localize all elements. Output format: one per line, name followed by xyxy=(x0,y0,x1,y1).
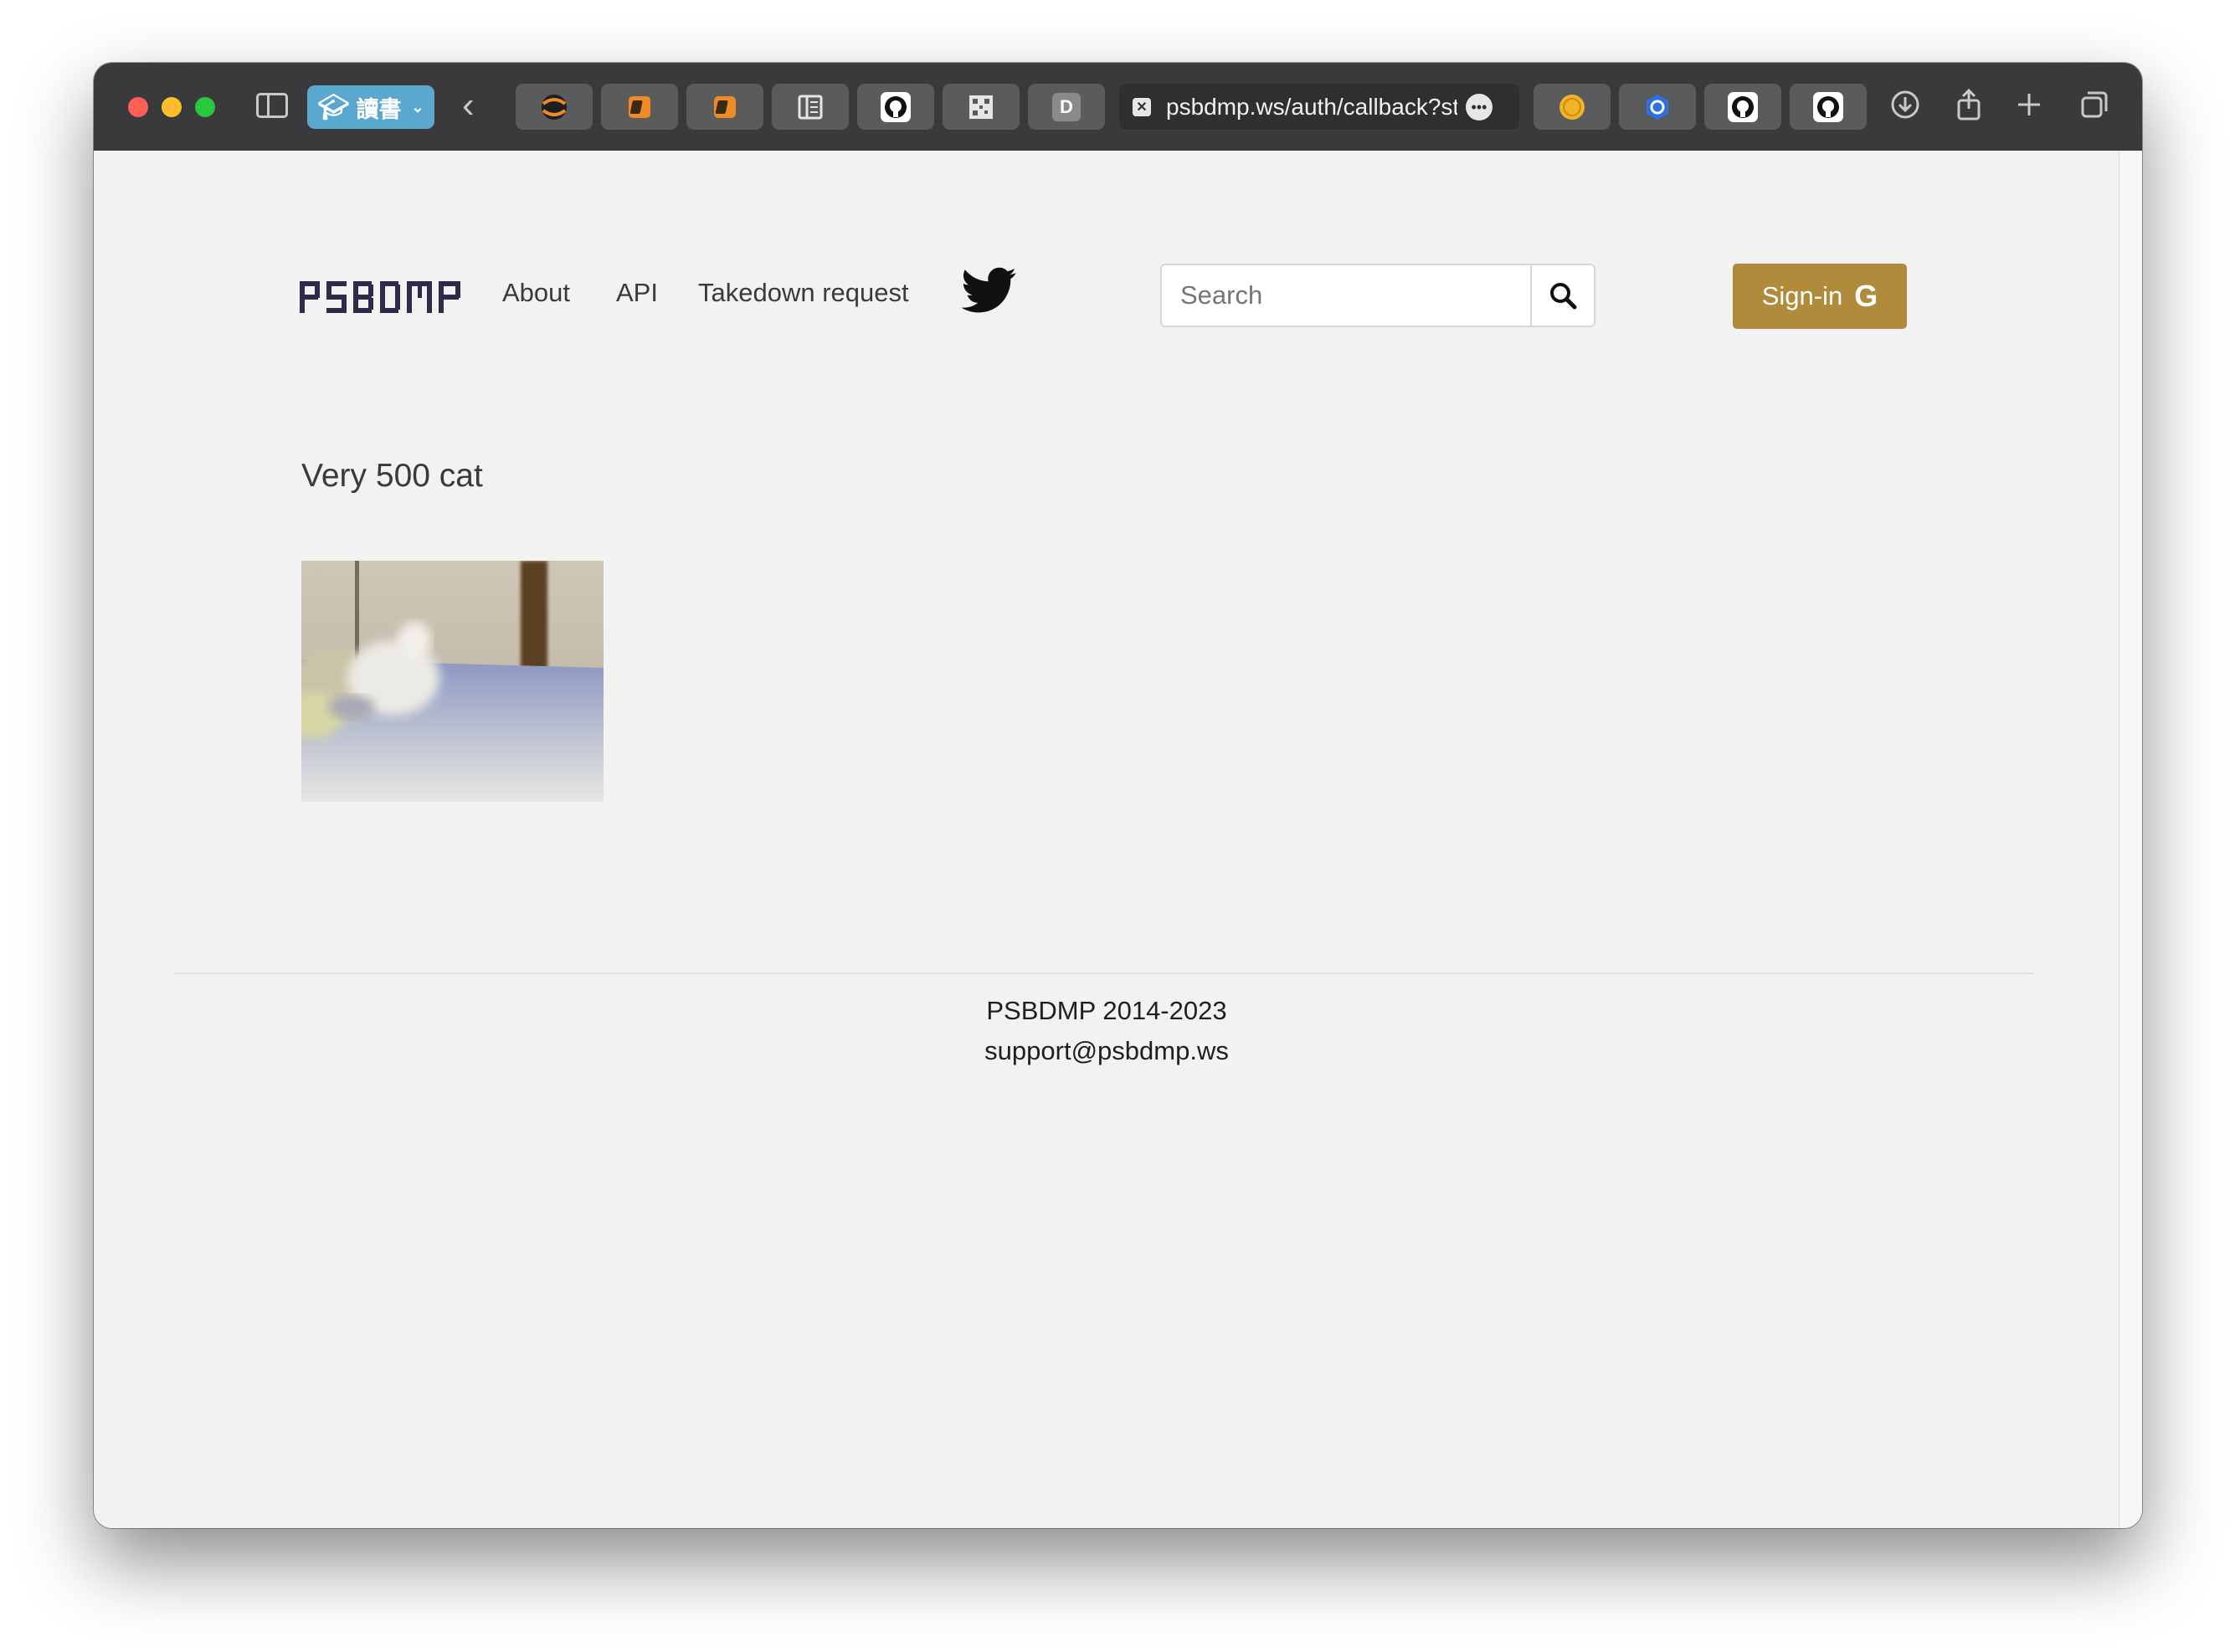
tab-pinned-1[interactable] xyxy=(516,84,593,130)
tab-pinned-6[interactable] xyxy=(943,84,1020,130)
search-input[interactable] xyxy=(1160,264,1530,327)
search-button[interactable] xyxy=(1530,264,1595,327)
tab-pinned-2[interactable] xyxy=(601,84,678,130)
github-icon xyxy=(881,91,911,122)
reader-icon xyxy=(798,95,823,119)
footer-email[interactable]: support@psbdmp.ws xyxy=(94,1036,2119,1066)
tab-pinned-3[interactable] xyxy=(686,84,763,130)
tab-right-4[interactable] xyxy=(1790,84,1867,130)
sign-in-button[interactable]: Sign-in G xyxy=(1733,264,1907,329)
tab-pinned-4[interactable] xyxy=(772,84,849,130)
letter-d-icon: D xyxy=(1052,92,1081,121)
psbdmp-logo-icon xyxy=(300,281,460,313)
site-logo[interactable] xyxy=(300,276,464,318)
error-title: Very 500 cat xyxy=(301,458,483,494)
tab-right-3[interactable] xyxy=(1704,84,1781,130)
back-icon[interactable]: ‹ xyxy=(462,85,475,126)
bitcoin-icon xyxy=(1559,94,1585,120)
zoom-window-button[interactable] xyxy=(195,97,215,117)
sidebar-toggle-icon[interactable] xyxy=(256,93,288,118)
browser-toolbar: 🎓︎ 讀書 ⌄ ‹ D ✕ psbdmp.ws/auth/callback?st… xyxy=(94,63,2142,151)
new-tab-icon[interactable] xyxy=(2012,88,2046,121)
graduation-cap-icon: 🎓︎ xyxy=(317,93,350,121)
book-orange-icon xyxy=(714,95,736,118)
google-icon: G xyxy=(1854,279,1878,313)
tab-right-2[interactable] xyxy=(1619,84,1696,130)
sign-in-label: Sign-in xyxy=(1761,281,1843,310)
footer-copyright: PSBDMP 2014-2023 xyxy=(986,996,1227,1025)
tab-pinned-7[interactable]: D xyxy=(1028,84,1105,130)
cat-image xyxy=(301,561,604,802)
share-icon[interactable] xyxy=(1952,88,1986,121)
tab-right-1[interactable] xyxy=(1534,84,1611,130)
web-page: About API Takedown request Sign-in G Ver… xyxy=(94,151,2119,1528)
book-orange-icon xyxy=(629,95,650,118)
twitter-icon[interactable] xyxy=(962,266,1017,315)
search-icon xyxy=(1550,283,1577,310)
nav-about[interactable]: About xyxy=(502,278,570,308)
circle-orange-icon xyxy=(542,94,567,120)
close-window-button[interactable] xyxy=(128,97,148,117)
github-icon xyxy=(1728,91,1758,122)
github-icon xyxy=(1813,91,1843,122)
minimize-window-button[interactable] xyxy=(162,97,182,117)
address-bar-url[interactable]: psbdmp.ws/auth/callback?st xyxy=(1166,94,1457,121)
chevron-down-icon: ⌄ xyxy=(411,98,424,115)
nav-takedown-request[interactable]: Takedown request xyxy=(698,278,909,308)
nav-api[interactable]: API xyxy=(616,278,658,308)
downloads-icon[interactable] xyxy=(1888,88,1922,121)
tab-active[interactable]: ✕ psbdmp.ws/auth/callback?st ••• xyxy=(1119,84,1519,130)
blue-hex-icon xyxy=(1647,94,1668,120)
more-options-icon[interactable]: ••• xyxy=(1466,93,1493,121)
tab-overview-icon[interactable] xyxy=(2078,88,2111,121)
page-scrollbar[interactable] xyxy=(2119,151,2142,1528)
footer-divider xyxy=(174,972,2034,974)
browser-window: 🎓︎ 讀書 ⌄ ‹ D ✕ psbdmp.ws/auth/callback?st… xyxy=(94,63,2142,1528)
close-tab-icon[interactable]: ✕ xyxy=(1133,97,1151,116)
tab-group-label: 讀書 xyxy=(356,96,402,122)
tab-pinned-5[interactable] xyxy=(857,84,934,130)
tab-group-button[interactable]: 🎓︎ 讀書 ⌄ xyxy=(307,85,434,129)
qr-grid-icon xyxy=(969,95,993,119)
